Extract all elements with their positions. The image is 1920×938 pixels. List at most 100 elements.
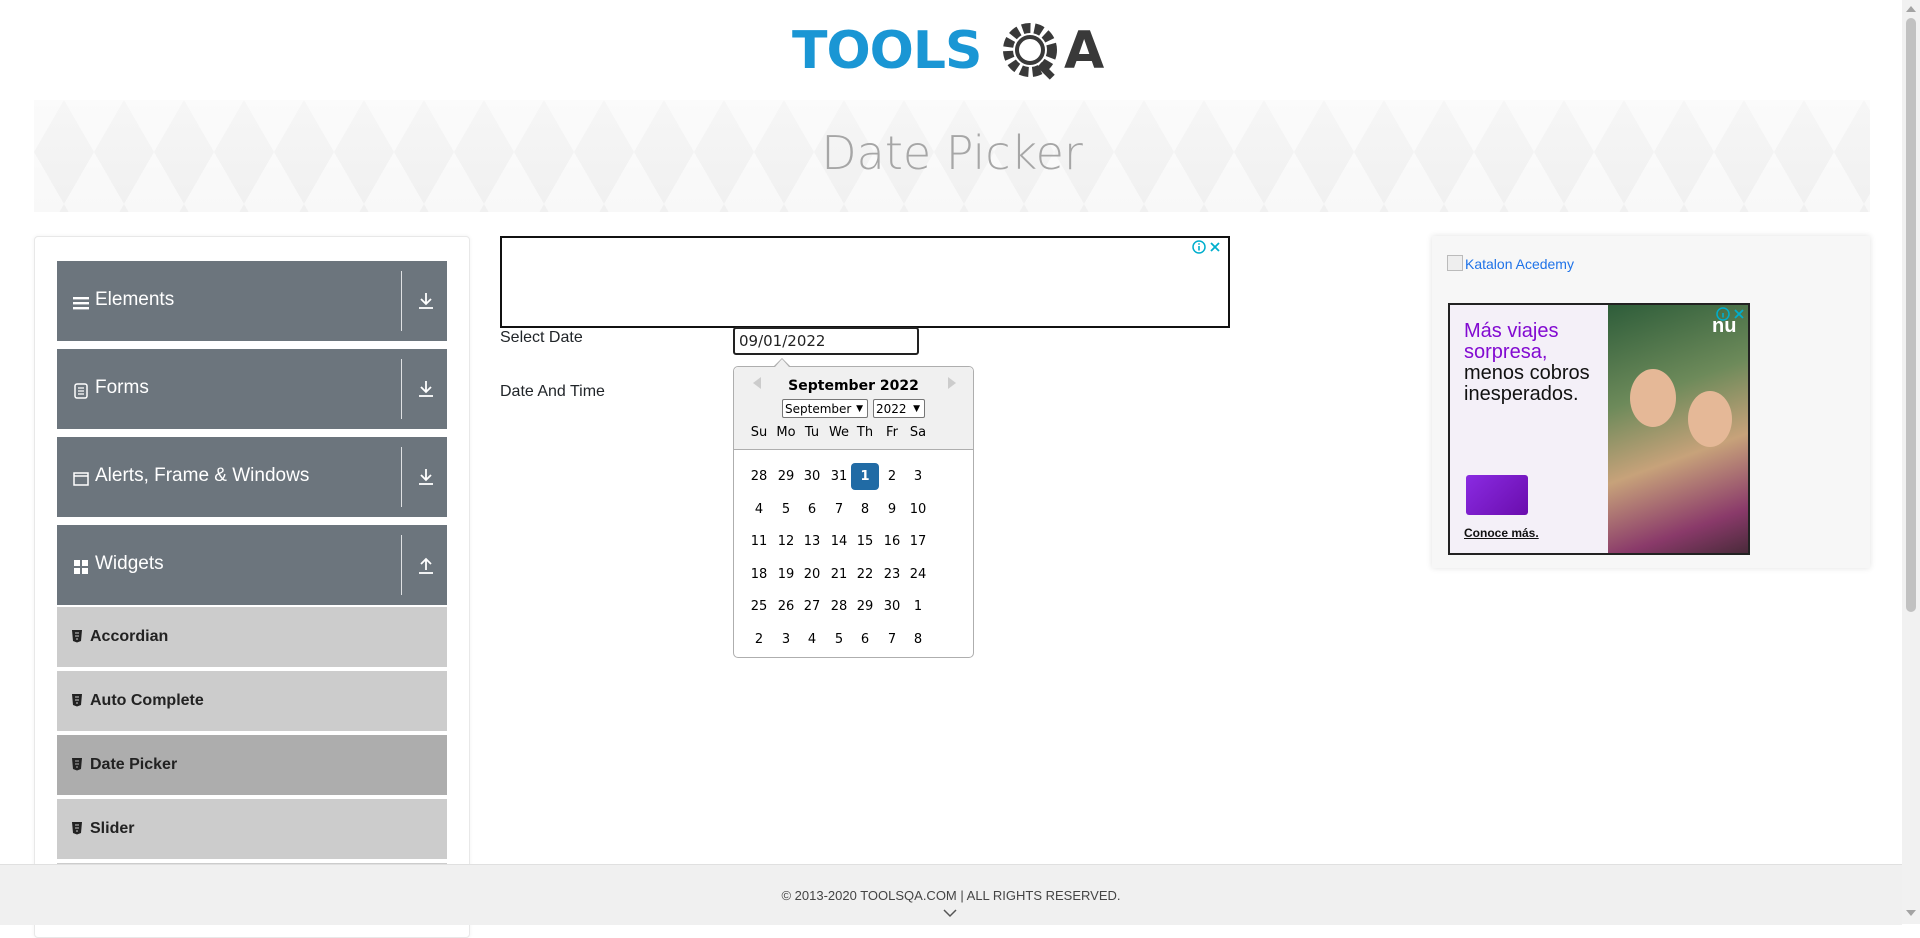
year-select[interactable]: 2022 ▼ — [873, 399, 925, 418]
calendar-day[interactable]: 26 — [772, 593, 800, 620]
ad-frame[interactable] — [500, 236, 1230, 328]
calendar-day[interactable]: 3 — [904, 463, 932, 490]
date-and-time-label: Date And Time — [500, 383, 605, 400]
calendar-day[interactable]: 17 — [904, 528, 932, 555]
sidebar-group-label: Alerts, Frame & Windows — [95, 465, 310, 486]
calendar-day[interactable]: 5 — [825, 626, 853, 653]
calendar-day[interactable]: 28 — [745, 463, 773, 490]
chevron-down-icon: ▼ — [856, 404, 863, 414]
next-month-icon[interactable] — [948, 377, 956, 389]
nu-card-image — [1466, 475, 1528, 515]
sidebar-item-label: Slider — [90, 820, 135, 837]
calendar-day[interactable]: 22 — [851, 561, 879, 588]
sidebar-group-elements[interactable]: Elements — [57, 261, 447, 341]
calendar-day[interactable]: 2 — [745, 626, 773, 653]
hamburger-icon — [73, 297, 89, 310]
chevron-down-icon: ▼ — [913, 404, 920, 414]
download-arrow-icon[interactable] — [417, 291, 435, 311]
select-date-input[interactable] — [733, 327, 919, 355]
footer-copyright: © 2013-2020 TOOLSQA.COM | ALL RIGHTS RES… — [781, 888, 1121, 903]
datepicker-header: September 2022 September ▼ 2022 ▼ Su Mo Tu… — [734, 367, 973, 450]
scroll-thumb[interactable] — [1906, 18, 1916, 612]
sidebar-group-label: Elements — [95, 289, 175, 310]
calendar-day[interactable]: 13 — [798, 528, 826, 555]
chevron-down-icon[interactable] — [943, 908, 957, 918]
calendar-day[interactable]: 2 — [878, 463, 906, 490]
calendar-day[interactable]: 15 — [851, 528, 879, 555]
calendar-day[interactable]: 19 — [772, 561, 800, 588]
calendar-day[interactable]: 30 — [878, 593, 906, 620]
weekday-label: Sa — [909, 425, 927, 440]
sidebar-item-date-picker[interactable]: Date Picker — [57, 735, 447, 797]
nu-ad-headline: Más viajes sorpresa, menos cobros inespe… — [1464, 320, 1590, 405]
calendar-day[interactable]: 23 — [878, 561, 906, 588]
calendar-day[interactable]: 8 — [851, 496, 879, 523]
scroll-up-arrow-icon[interactable] — [1906, 6, 1916, 12]
calendar-day[interactable]: 9 — [878, 496, 906, 523]
calendar-day[interactable]: 20 — [798, 561, 826, 588]
sidebar-item-label: Auto Complete — [90, 692, 204, 709]
ad-info-icon[interactable] — [1192, 240, 1206, 254]
html5-shield-icon — [72, 822, 82, 835]
calendar-day[interactable]: 8 — [904, 626, 932, 653]
nu-ad-cta[interactable]: Conoce más. — [1464, 526, 1539, 540]
sidebar-item-label: Accordian — [90, 628, 169, 645]
sidebar-group-label: Widgets — [95, 553, 164, 574]
sidebar-item-auto-complete[interactable]: Auto Complete — [57, 671, 447, 733]
ad-close-icon[interactable] — [1208, 240, 1222, 254]
calendar-day[interactable]: 6 — [798, 496, 826, 523]
calendar-day[interactable]: 1 — [904, 593, 932, 620]
sidebar-group-forms[interactable]: Forms — [57, 349, 447, 429]
katalon-academy-link[interactable]: Katalon Acedemy — [1447, 255, 1574, 272]
calendar-day[interactable]: 11 — [745, 528, 773, 555]
datepicker-current-month: September 2022 — [788, 378, 919, 394]
calendar-day[interactable]: 14 — [825, 528, 853, 555]
calendar-day[interactable]: 24 — [904, 561, 932, 588]
calendar-day[interactable]: 21 — [825, 561, 853, 588]
calendar-day[interactable]: 12 — [772, 528, 800, 555]
sidebar-item-slider[interactable]: Slider — [57, 799, 447, 861]
calendar-day[interactable]: 3 — [772, 626, 800, 653]
calendar-day[interactable]: 4 — [745, 496, 773, 523]
calendar-day[interactable]: 18 — [745, 561, 773, 588]
month-select-value: September — [785, 401, 852, 416]
calendar-day[interactable]: 29 — [851, 593, 879, 620]
calendar-day[interactable]: 5 — [772, 496, 800, 523]
month-select[interactable]: September ▼ — [782, 399, 868, 418]
calendar-day[interactable]: 28 — [825, 593, 853, 620]
page-title: Date Picker — [821, 126, 1083, 180]
datepicker-popup: September 2022 September ▼ 2022 ▼ Su Mo Tu… — [733, 358, 974, 658]
sidebar: Elements Forms Alerts, Frame & Windows W… — [34, 236, 470, 938]
weekday-label: Su — [750, 425, 768, 440]
download-arrow-icon[interactable] — [417, 467, 435, 487]
download-arrow-icon[interactable] — [417, 379, 435, 399]
calendar-day[interactable]: 10 — [904, 496, 932, 523]
upload-arrow-icon[interactable] — [417, 555, 435, 575]
scroll-down-arrow-icon[interactable] — [1906, 910, 1916, 916]
footer: © 2013-2020 TOOLSQA.COM | ALL RIGHTS RES… — [0, 864, 1902, 925]
calendar-day[interactable]: 30 — [798, 463, 826, 490]
toolsqa-logo[interactable]: TOOLS A — [792, 14, 1116, 92]
calendar-day[interactable]: 27 — [798, 593, 826, 620]
calendar-day[interactable]: 7 — [825, 496, 853, 523]
calendar-day[interactable]: 7 — [878, 626, 906, 653]
calendar-day[interactable]: 16 — [878, 528, 906, 555]
calendar-day[interactable]: 1 — [851, 463, 879, 490]
sidebar-item-accordian[interactable]: Accordian — [57, 607, 447, 669]
ad-close-icon[interactable] — [1732, 307, 1746, 321]
nubank-ad[interactable]: Más viajes sorpresa, menos cobros inespe… — [1448, 303, 1750, 555]
form-icon — [74, 383, 88, 399]
broken-image-icon — [1447, 255, 1463, 271]
ad-info-icon[interactable] — [1716, 307, 1730, 321]
calendar-day[interactable]: 6 — [851, 626, 879, 653]
calendar-day[interactable]: 29 — [772, 463, 800, 490]
calendar-day[interactable]: 25 — [745, 593, 773, 620]
sidebar-item-label: Date Picker — [90, 756, 178, 773]
calendar-day[interactable]: 4 — [798, 626, 826, 653]
window-icon — [73, 472, 89, 486]
sidebar-group-widgets[interactable]: Widgets — [57, 525, 447, 605]
html5-shield-icon — [72, 758, 82, 771]
calendar-day[interactable]: 31 — [825, 463, 853, 490]
sidebar-group-alerts[interactable]: Alerts, Frame & Windows — [57, 437, 447, 517]
year-select-value: 2022 — [876, 401, 907, 416]
